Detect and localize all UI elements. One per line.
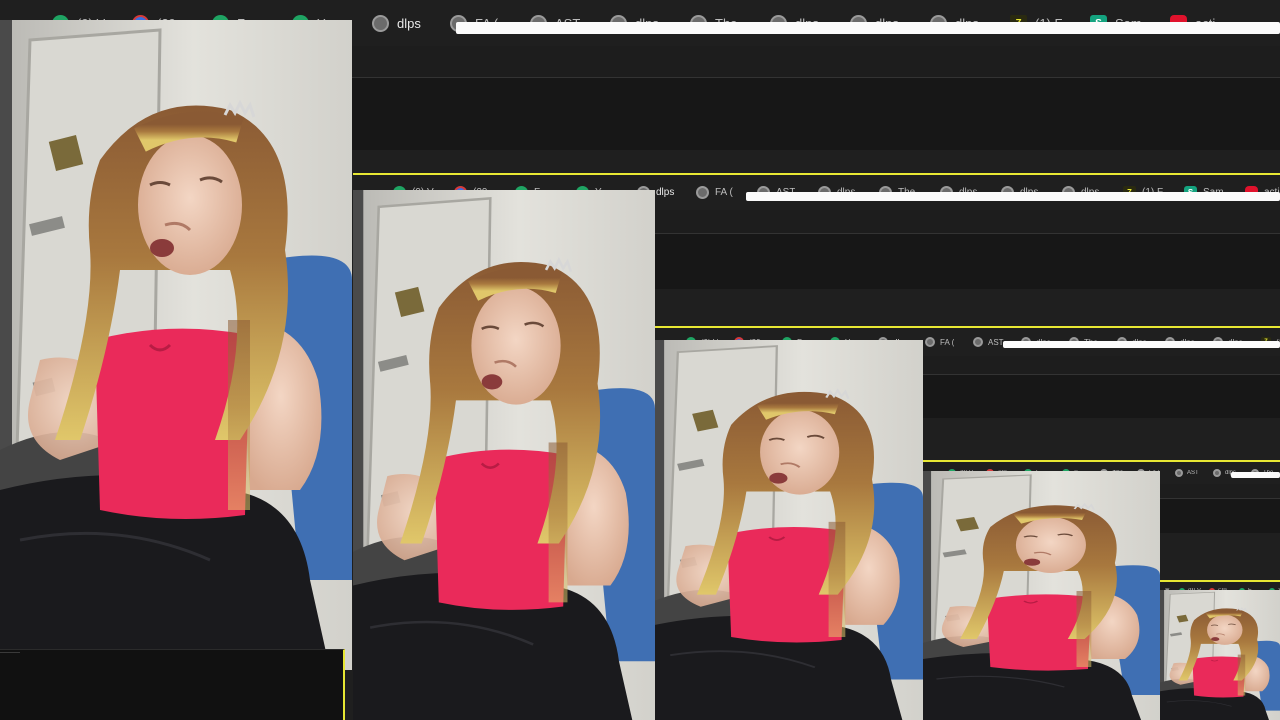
globe-icon [1175, 469, 1183, 477]
webcam-scene [0, 20, 352, 670]
webcam-feed [1160, 590, 1280, 720]
webcam-scene [923, 471, 1160, 720]
address-bar[interactable] [746, 192, 1280, 201]
tab-label: dlps [397, 15, 421, 31]
webcam-scene [353, 190, 655, 720]
globe-icon [925, 337, 935, 347]
globe-icon [372, 14, 389, 32]
empty-bottom-left-panel [0, 649, 345, 720]
globe-icon [696, 186, 709, 199]
tab-label: AST [1187, 470, 1199, 476]
webcam-feed [0, 20, 352, 670]
address-bar[interactable] [456, 22, 1280, 34]
webcam-feed [923, 471, 1160, 720]
address-bar[interactable] [1231, 472, 1280, 478]
tab-label: AST [988, 337, 1004, 347]
globe-icon [1213, 469, 1221, 477]
globe-icon [973, 337, 983, 347]
nested-browser-capture: ▾(9) V(29FYdlpsFA (ASTdlpsThedlpsdlpsdlp… [1160, 580, 1280, 720]
webcam-feed [353, 190, 655, 720]
browser-tab[interactable]: FA ( [925, 337, 973, 347]
tab-label: FA ( [940, 337, 955, 347]
tab-label: FA ( [715, 187, 733, 198]
webcam-feed [655, 340, 923, 720]
address-bar[interactable] [1003, 341, 1280, 348]
webcam-scene [655, 340, 923, 720]
tab-label: dlps [656, 187, 675, 198]
webcam-scene [1160, 590, 1280, 720]
browser-tab[interactable]: dlps [372, 14, 450, 32]
browser-tab[interactable]: AST [1175, 469, 1213, 477]
divider [0, 652, 20, 653]
